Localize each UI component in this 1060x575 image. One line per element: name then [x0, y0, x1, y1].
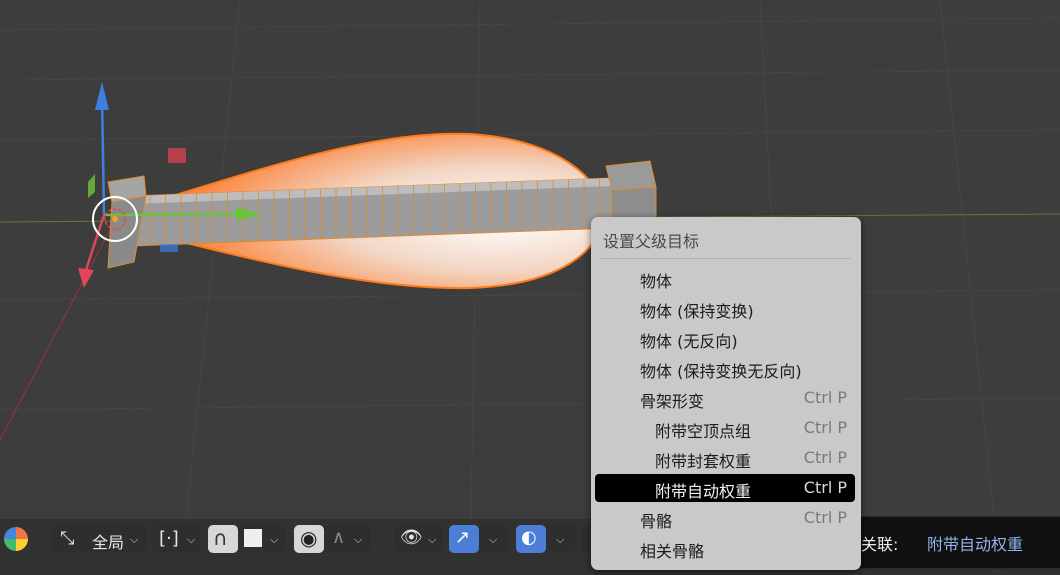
- pivot-point-dropdown[interactable]: [·] ⌵: [153, 525, 201, 553]
- magnet-icon: ∩: [213, 526, 228, 550]
- visibility-dropdown[interactable]: 👁 ⌵: [394, 525, 442, 553]
- menu-item-label: 附带自动权重: [655, 482, 752, 501]
- proportional-falloff-dropdown[interactable]: ∧ ⌵: [324, 525, 370, 553]
- menu-item-label: 骨架形变: [640, 392, 705, 411]
- menu-divider: [601, 258, 851, 259]
- pivot-icon: [·]: [159, 528, 179, 549]
- render-engine-icon[interactable]: [4, 527, 28, 551]
- gizmo-dropdown[interactable]: ⌵: [479, 525, 509, 553]
- menu-item-shortcut: Ctrl P: [803, 448, 847, 467]
- menu-item-bone-relative[interactable]: 相关骨骼: [595, 534, 855, 562]
- overlays-dropdown[interactable]: ⌵: [546, 525, 576, 553]
- menu-item-object-keep-transform[interactable]: 物体 (保持变换): [595, 294, 855, 322]
- snap-toggle-button[interactable]: ∩: [208, 525, 238, 553]
- 3d-viewport[interactable]: [0, 0, 1060, 575]
- menu-item-shortcut: Ctrl P: [803, 418, 847, 437]
- gizmo-icon: ↗: [455, 527, 471, 548]
- chevron-down-icon: ⌵: [489, 533, 498, 546]
- eye-icon: 👁: [400, 527, 423, 548]
- menu-title: 设置父级目标: [603, 232, 700, 251]
- chevron-down-icon: ⌵: [270, 533, 279, 546]
- menu-item-with-envelope-weights[interactable]: 附带封套权重 Ctrl P: [595, 444, 855, 472]
- menu-item-label: 相关骨骼: [640, 542, 705, 561]
- overlays-toggle-button[interactable]: ◐: [516, 525, 546, 553]
- menu-item-label: 物体 (保持变换无反向): [640, 362, 802, 381]
- menu-item-shortcut: Ctrl P: [803, 478, 847, 497]
- gizmo-toggle-button[interactable]: ↗: [449, 525, 479, 553]
- snap-target-icon: [244, 529, 262, 547]
- menu-item-shortcut: Ctrl P: [803, 508, 847, 527]
- menu-item-with-automatic-weights[interactable]: 附带自动权重 Ctrl P: [595, 474, 855, 502]
- menu-item-label: 物体 (无反向): [640, 332, 738, 351]
- menu-item-object-keep-transform-without-inverse[interactable]: 物体 (保持变换无反向): [595, 354, 855, 382]
- transform-orientation-dropdown[interactable]: ⤡ 全局 ⌵: [52, 525, 146, 553]
- chevron-down-icon: ⌵: [428, 533, 437, 546]
- menu-item-with-empty-groups[interactable]: 附带空顶点组 Ctrl P: [595, 414, 855, 442]
- menu-item-label: 骨骼: [640, 512, 673, 531]
- menu-item-label: 物体: [640, 272, 673, 291]
- menu-item-label: 附带封套权重: [655, 452, 752, 471]
- floor-grid: [0, 0, 1060, 575]
- menu-item-bone[interactable]: 骨骼 Ctrl P: [595, 504, 855, 532]
- menu-item-label: 附带空顶点组: [655, 422, 752, 441]
- orientation-label: 全局: [92, 533, 125, 552]
- snap-target-dropdown[interactable]: ⌵: [238, 525, 286, 553]
- tooltip-value: 附带自动权重: [927, 535, 1024, 554]
- y-axis-line: [0, 219, 116, 441]
- transform-orientation-icon: ⤡: [60, 528, 75, 549]
- menu-item-object[interactable]: 物体: [595, 264, 855, 292]
- menu-item-label: 物体 (保持变换): [640, 302, 754, 321]
- overlays-icon: ◐: [521, 527, 537, 548]
- chevron-down-icon: ⌵: [556, 533, 565, 546]
- chevron-down-icon: ⌵: [354, 533, 363, 546]
- chevron-down-icon: ⌵: [130, 533, 139, 546]
- menu-item-object-without-inverse[interactable]: 物体 (无反向): [595, 324, 855, 352]
- menu-item-shortcut: Ctrl P: [803, 388, 847, 407]
- proportional-edit-toggle[interactable]: ◉: [294, 525, 324, 553]
- proportional-edit-icon: ◉: [300, 526, 318, 550]
- falloff-curve-icon: ∧: [332, 527, 346, 548]
- chevron-down-icon: ⌵: [187, 533, 196, 546]
- set-parent-target-menu: 设置父级目标 物体 物体 (保持变换) 物体 (无反向) 物体 (保持变换无反向…: [591, 217, 861, 570]
- menu-item-armature-deform[interactable]: 骨架形变 Ctrl P: [595, 384, 855, 412]
